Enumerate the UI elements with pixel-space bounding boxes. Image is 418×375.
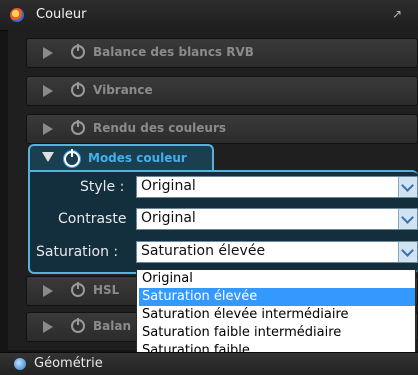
style-select-value: Original (141, 178, 196, 194)
power-icon[interactable] (71, 282, 85, 297)
section-modes-couleur-header[interactable]: Modes couleur (28, 144, 214, 172)
chevron-down-icon[interactable] (398, 177, 417, 197)
dropdown-option[interactable]: Original (139, 270, 415, 288)
geometrie-label: Géométrie (34, 356, 103, 371)
section-label: Balan (93, 319, 131, 333)
collapse-arrow-icon[interactable] (42, 152, 54, 162)
section-vibrance[interactable]: Vibrance (26, 76, 418, 106)
section-label: Modes couleur (88, 151, 187, 165)
section-label: HSL (93, 283, 120, 297)
power-icon[interactable] (71, 82, 85, 97)
chevron-down-icon[interactable] (398, 242, 417, 262)
couleur-logo-icon (10, 8, 24, 22)
saturation-select[interactable]: Saturation élevée (136, 241, 418, 263)
section-label: Balance des blancs RVB (93, 45, 254, 59)
geometrie-panel-tab[interactable]: Géométrie (0, 352, 418, 375)
contraste-label: Contraste (58, 211, 127, 227)
saturation-select-value: Saturation élevée (141, 243, 266, 259)
saturation-label: Saturation : (36, 244, 119, 260)
couleur-panel-titlebar: Couleur ↗ (0, 0, 418, 31)
section-rendu-des-couleurs[interactable]: Rendu des couleurs (26, 114, 418, 144)
contraste-select-value: Original (141, 210, 196, 226)
panel-title: Couleur (36, 7, 87, 22)
power-icon[interactable] (71, 318, 85, 333)
expand-arrow-icon[interactable] (43, 321, 53, 333)
dropdown-option[interactable]: Saturation faible intermédiaire (139, 324, 415, 342)
saturation-dropdown-list[interactable]: Original Saturation élevée Saturation él… (136, 269, 416, 361)
section-label: Vibrance (93, 83, 153, 97)
expand-arrow-icon[interactable] (43, 285, 53, 297)
section-balance-des-blancs-rvb[interactable]: Balance des blancs RVB (26, 38, 418, 68)
power-icon[interactable] (71, 120, 85, 135)
expand-arrow-icon[interactable] (43, 85, 53, 97)
contraste-select[interactable]: Original (136, 208, 418, 230)
power-icon[interactable] (64, 149, 80, 167)
geometrie-icon (14, 358, 26, 370)
dropdown-option[interactable]: Saturation élevée intermédiaire (139, 306, 415, 324)
expand-arrow-icon[interactable] (43, 47, 53, 59)
dropdown-option-selected[interactable]: Saturation élevée (139, 288, 415, 306)
style-label: Style : (80, 179, 125, 195)
chevron-down-icon[interactable] (398, 209, 417, 229)
style-select[interactable]: Original (136, 176, 418, 198)
section-label: Rendu des couleurs (93, 121, 227, 135)
power-icon[interactable] (71, 44, 85, 59)
expand-arrow-icon[interactable] (43, 123, 53, 135)
expand-panel-icon[interactable]: ↗ (392, 7, 406, 21)
